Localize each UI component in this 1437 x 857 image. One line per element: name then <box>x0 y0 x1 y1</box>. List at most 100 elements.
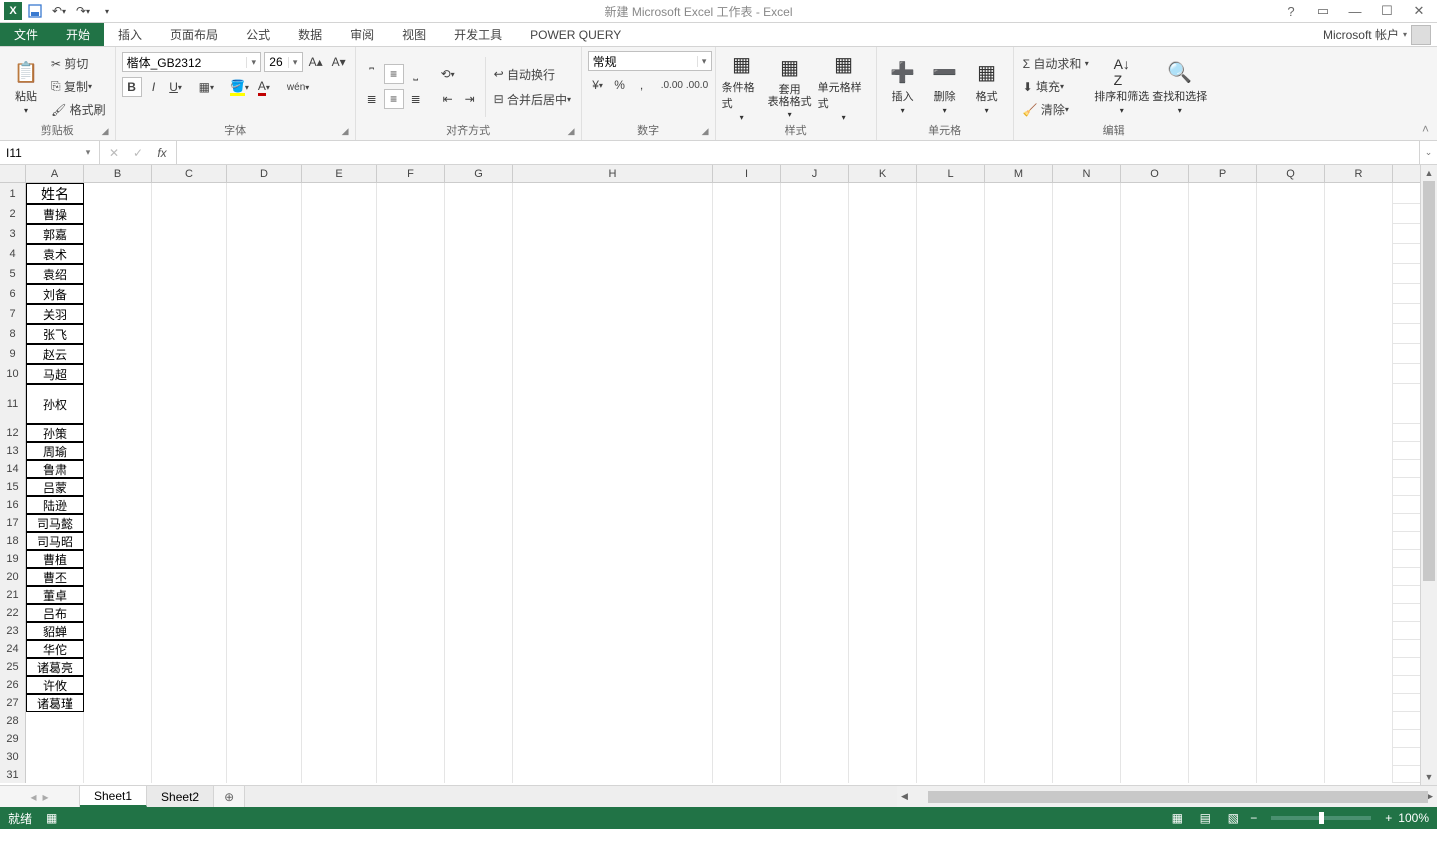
normal-view-icon[interactable]: ▦ <box>1166 809 1188 827</box>
cell-E17[interactable] <box>302 514 377 532</box>
cell-H20[interactable] <box>513 568 713 586</box>
cell-H3[interactable] <box>513 224 713 244</box>
cell-F28[interactable] <box>377 712 445 730</box>
cell-K18[interactable] <box>849 532 917 550</box>
cell-L10[interactable] <box>917 364 985 384</box>
cell-O31[interactable] <box>1121 766 1189 783</box>
cell-H8[interactable] <box>513 324 713 344</box>
cell-L29[interactable] <box>917 730 985 748</box>
cell-Q26[interactable] <box>1257 676 1325 694</box>
cell-H18[interactable] <box>513 532 713 550</box>
cell-H14[interactable] <box>513 460 713 478</box>
cell-K2[interactable] <box>849 204 917 224</box>
align-top-icon[interactable]: ⎴ <box>362 64 382 84</box>
cell-D31[interactable] <box>227 766 302 783</box>
cell-L14[interactable] <box>917 460 985 478</box>
cell-A16[interactable]: 陆逊 <box>26 496 84 514</box>
cell-G6[interactable] <box>445 284 513 304</box>
cell-L5[interactable] <box>917 264 985 284</box>
tab-开始[interactable]: 开始 <box>52 23 104 46</box>
cell-O8[interactable] <box>1121 324 1189 344</box>
collapse-ribbon-icon[interactable]: ˄ <box>1414 118 1437 140</box>
merge-center-button[interactable]: ⊟ 合并后居中▾ <box>491 89 574 109</box>
cell-Q4[interactable] <box>1257 244 1325 264</box>
clipboard-expand-icon[interactable]: ◢ <box>102 126 109 137</box>
page-break-view-icon[interactable]: ▧ <box>1222 809 1244 827</box>
tab-插入[interactable]: 插入 <box>104 23 156 46</box>
cell-E5[interactable] <box>302 264 377 284</box>
cell-N30[interactable] <box>1053 748 1121 766</box>
cell-B23[interactable] <box>84 622 152 640</box>
cell-I9[interactable] <box>713 344 781 364</box>
cell-O26[interactable] <box>1121 676 1189 694</box>
cell-F31[interactable] <box>377 766 445 783</box>
cell-G18[interactable] <box>445 532 513 550</box>
cell-A2[interactable]: 曹操 <box>26 204 84 224</box>
cell-P23[interactable] <box>1189 622 1257 640</box>
cell-I13[interactable] <box>713 442 781 460</box>
row-header[interactable]: 10 <box>0 364 26 384</box>
sheet-tab-Sheet2[interactable]: Sheet2 <box>147 786 214 807</box>
cell-F25[interactable] <box>377 658 445 676</box>
cell-H4[interactable] <box>513 244 713 264</box>
cell-F24[interactable] <box>377 640 445 658</box>
cell-N2[interactable] <box>1053 204 1121 224</box>
cell-D11[interactable] <box>227 384 302 424</box>
cell-Q23[interactable] <box>1257 622 1325 640</box>
conditional-format-button[interactable]: ▦条件格式▾ <box>722 54 762 120</box>
cell-F20[interactable] <box>377 568 445 586</box>
cell-F1[interactable] <box>377 183 445 204</box>
cell-D5[interactable] <box>227 264 302 284</box>
cell-G10[interactable] <box>445 364 513 384</box>
row-header[interactable]: 30 <box>0 748 26 766</box>
cell-C5[interactable] <box>152 264 227 284</box>
cell-E6[interactable] <box>302 284 377 304</box>
cell-F4[interactable] <box>377 244 445 264</box>
cell-M16[interactable] <box>985 496 1053 514</box>
cell-H10[interactable] <box>513 364 713 384</box>
cell-G9[interactable] <box>445 344 513 364</box>
cell-B3[interactable] <box>84 224 152 244</box>
cell-H28[interactable] <box>513 712 713 730</box>
cell-E23[interactable] <box>302 622 377 640</box>
cell-G4[interactable] <box>445 244 513 264</box>
cell-E29[interactable] <box>302 730 377 748</box>
column-header-I[interactable]: I <box>713 165 781 182</box>
cell-P1[interactable] <box>1189 183 1257 204</box>
cell-F30[interactable] <box>377 748 445 766</box>
cell-O16[interactable] <box>1121 496 1189 514</box>
cell-G8[interactable] <box>445 324 513 344</box>
cell-L19[interactable] <box>917 550 985 568</box>
cell-D20[interactable] <box>227 568 302 586</box>
cell-O6[interactable] <box>1121 284 1189 304</box>
cell-K3[interactable] <box>849 224 917 244</box>
cell-R13[interactable] <box>1325 442 1393 460</box>
format-painter-button[interactable]: 🖌 格式刷 <box>48 100 109 120</box>
cell-P21[interactable] <box>1189 586 1257 604</box>
cell-N27[interactable] <box>1053 694 1121 712</box>
cell-D25[interactable] <box>227 658 302 676</box>
cell-I16[interactable] <box>713 496 781 514</box>
cell-Q11[interactable] <box>1257 384 1325 424</box>
cell-G21[interactable] <box>445 586 513 604</box>
cell-O25[interactable] <box>1121 658 1189 676</box>
alignment-expand-icon[interactable]: ◢ <box>568 126 575 137</box>
cell-D30[interactable] <box>227 748 302 766</box>
cell-P2[interactable] <box>1189 204 1257 224</box>
cell-Q9[interactable] <box>1257 344 1325 364</box>
cell-K28[interactable] <box>849 712 917 730</box>
cell-R30[interactable] <box>1325 748 1393 766</box>
cell-K23[interactable] <box>849 622 917 640</box>
cell-G17[interactable] <box>445 514 513 532</box>
cell-K25[interactable] <box>849 658 917 676</box>
cell-I2[interactable] <box>713 204 781 224</box>
cell-H7[interactable] <box>513 304 713 324</box>
cell-K1[interactable] <box>849 183 917 204</box>
cell-A27[interactable]: 诸葛瑾 <box>26 694 84 712</box>
cell-K14[interactable] <box>849 460 917 478</box>
align-center-icon[interactable]: ≡ <box>384 89 404 109</box>
cell-I1[interactable] <box>713 183 781 204</box>
cell-P16[interactable] <box>1189 496 1257 514</box>
column-header-R[interactable]: R <box>1325 165 1393 182</box>
cell-L24[interactable] <box>917 640 985 658</box>
